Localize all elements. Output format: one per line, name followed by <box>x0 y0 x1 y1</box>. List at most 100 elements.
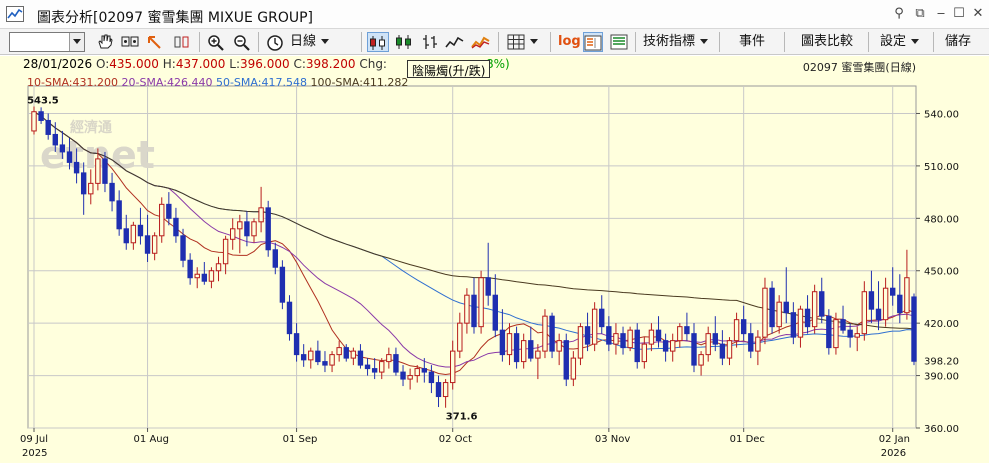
sma-50-value: 417.548 <box>261 76 307 89</box>
candle-down <box>513 333 520 363</box>
candle-down <box>584 326 591 345</box>
candle-up <box>442 382 449 398</box>
extreme-annotation: 543.5 <box>27 95 59 106</box>
candle-down <box>492 294 498 331</box>
chg-label: Chg: <box>359 57 387 71</box>
candle-down <box>265 207 271 251</box>
candle-up <box>464 294 470 324</box>
high-label: H: <box>162 57 176 71</box>
pan-hand-icon[interactable] <box>95 32 115 52</box>
sma-20-label: 20-SMA: <box>121 76 167 89</box>
line-chart-icon[interactable] <box>445 32 465 52</box>
candle-up <box>457 322 463 352</box>
grid-dropdown[interactable] <box>507 32 538 52</box>
candle-down <box>59 144 66 153</box>
close-icon[interactable]: ✕ <box>969 5 987 23</box>
candle-down <box>66 151 73 163</box>
ohlc-bar-icon[interactable] <box>420 32 440 52</box>
candle-up <box>478 277 484 328</box>
indicators-dropdown[interactable]: 技術指標 <box>643 32 709 52</box>
candle-down <box>549 315 555 352</box>
candlestick-chart-icon[interactable] <box>367 32 389 52</box>
candle-up <box>329 354 335 366</box>
pin-icon[interactable]: ⚲ <box>890 5 908 23</box>
candle-down <box>634 329 640 363</box>
save-button[interactable]: 儲存 <box>945 32 971 52</box>
compare-button[interactable]: 圖表比較 <box>801 32 853 52</box>
candle-up <box>861 291 868 335</box>
compare-bars-icon[interactable] <box>172 32 192 52</box>
candle-up <box>591 308 598 345</box>
sma-100-value: 411.282 <box>362 76 409 89</box>
settings-label: 設定 <box>880 34 907 49</box>
indicator-panel-icon[interactable] <box>583 32 603 52</box>
candle-up <box>641 343 648 363</box>
candle-up <box>535 350 541 359</box>
candle-up <box>613 333 619 345</box>
x-tick-label: 01 Dec <box>730 434 765 445</box>
candle-down <box>293 333 300 356</box>
chevron-down-icon[interactable] <box>69 33 84 51</box>
toolbar: 日線 log 技術指標 事件 圖表比較 設定 儲存 <box>0 29 989 55</box>
clock-icon[interactable] <box>265 32 285 52</box>
area-chart-icon[interactable] <box>471 32 491 52</box>
candle-down <box>137 224 144 237</box>
candle-up <box>251 221 257 237</box>
candle-up <box>130 224 137 244</box>
zoom-out-icon[interactable] <box>232 32 252 52</box>
period-dropdown[interactable]: 日線 <box>290 32 330 52</box>
candle-up <box>556 340 562 352</box>
candle-up <box>677 326 683 342</box>
candle-down <box>244 221 250 237</box>
grid-icon <box>507 34 525 49</box>
candle-up <box>95 158 101 184</box>
x-tick-label: 03 Nov <box>595 434 631 445</box>
candle-down <box>875 308 882 321</box>
sma-100-label: 100-SMA: <box>310 76 363 89</box>
y-tick-label: 390.00 <box>924 372 959 383</box>
open-label: O: <box>96 57 110 71</box>
candle-up <box>222 238 229 265</box>
log-scale-button[interactable]: log <box>558 32 581 52</box>
restore-icon[interactable]: ⧉ <box>911 5 929 23</box>
data-window-icon[interactable] <box>609 32 629 52</box>
candle-up <box>833 319 839 349</box>
plot-frame <box>27 85 917 429</box>
zoom-in-icon[interactable] <box>206 32 226 52</box>
x-tick-label: 01 Sep <box>283 434 318 445</box>
candle-up <box>811 291 818 328</box>
candle-down <box>769 287 775 328</box>
x-year-label: 2025 <box>22 448 47 459</box>
x-year-label: 2026 <box>881 448 906 459</box>
settings-dropdown[interactable]: 設定 <box>880 32 920 52</box>
candle-up <box>648 329 655 345</box>
candle-up <box>733 319 740 342</box>
candle-down <box>357 350 364 366</box>
x-tick-label: 09 Jul <box>20 434 48 445</box>
minimize-icon[interactable]: ‒ <box>932 5 950 23</box>
chart-panel[interactable]: 540.00 510.00 480.00 450.00 420.00 390.00 360.… <box>0 56 989 463</box>
hollow-candle-icon[interactable] <box>394 32 414 52</box>
candle-down <box>300 354 307 361</box>
crosshair-icon[interactable] <box>120 32 140 52</box>
candle-up <box>755 336 761 352</box>
candle-down <box>748 333 754 352</box>
maximize-icon[interactable]: ☐ <box>950 5 968 23</box>
candle-up <box>577 326 584 359</box>
candle-down <box>144 235 151 254</box>
candle-down <box>166 203 172 219</box>
candle-down <box>819 291 825 317</box>
candle-down <box>890 287 896 296</box>
candle-up <box>407 375 413 380</box>
chevron-down-icon <box>911 39 920 44</box>
quote-date: 28/01/2026 <box>23 57 93 71</box>
candle-down <box>662 340 669 352</box>
price-chart[interactable]: 540.00 510.00 480.00 450.00 420.00 390.00 360.… <box>0 56 989 463</box>
sma-50-label: 50-SMA: <box>215 76 262 89</box>
candle-down <box>80 172 87 195</box>
events-button[interactable]: 事件 <box>739 32 765 52</box>
quote-bar: 28/01/2026 O:435.000 H:437.000 L:396.000… <box>23 57 387 71</box>
draw-line-icon[interactable] <box>145 32 165 52</box>
symbol-combobox[interactable] <box>9 32 85 52</box>
candle-down <box>783 301 789 314</box>
